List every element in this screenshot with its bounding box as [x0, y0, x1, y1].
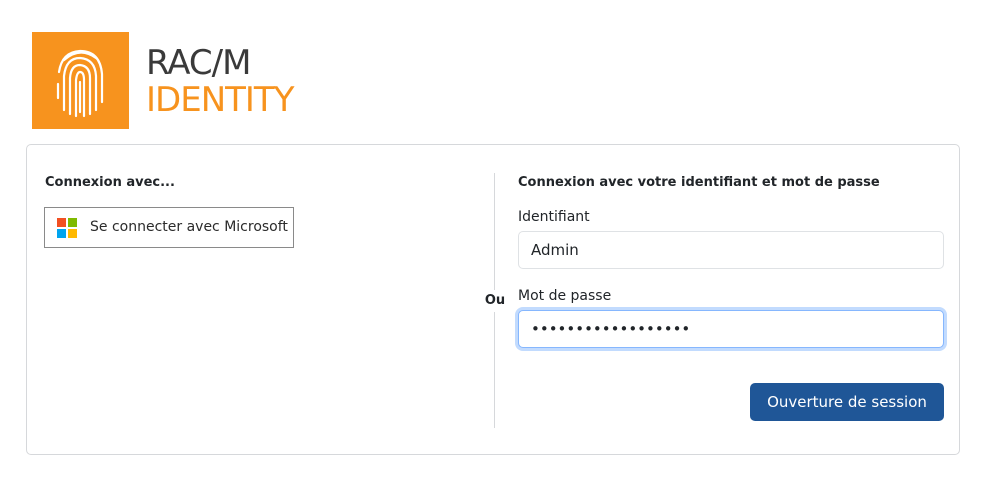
username-label: Identifiant — [518, 209, 590, 225]
microsoft-logo-icon — [57, 218, 77, 238]
username-input[interactable] — [518, 231, 944, 269]
microsoft-login-button[interactable]: Se connecter avec Microsoft — [44, 207, 294, 248]
microsoft-login-label: Se connecter avec Microsoft — [90, 219, 288, 235]
brand-name-top: RAC/M — [146, 43, 251, 83]
password-input[interactable] — [518, 310, 944, 348]
brand-name-bottom: IDENTITY — [146, 80, 294, 120]
password-label: Mot de passe — [518, 288, 612, 304]
or-separator: Ou — [479, 290, 511, 312]
external-login-title: Connexion avec... — [45, 175, 175, 190]
credentials-login-title: Connexion avec votre identifiant et mot … — [518, 175, 880, 190]
login-card: Connexion avec... Se connecter avec Micr… — [26, 144, 960, 455]
login-submit-button[interactable]: Ouverture de session — [750, 383, 944, 421]
fingerprint-icon — [32, 32, 129, 129]
